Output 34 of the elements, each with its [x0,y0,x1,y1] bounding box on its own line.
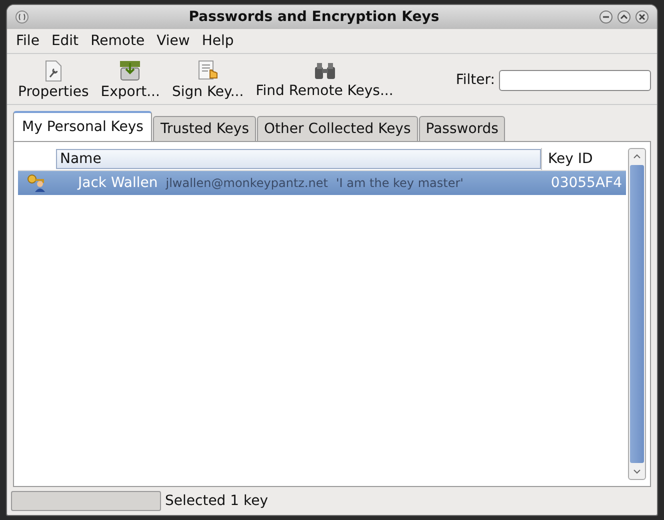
toolbar-button[interactable]: Find Remote Keys... [250,59,398,101]
filter-label: Filter: [456,72,495,88]
menu-item[interactable]: File [11,31,44,51]
key-person-icon [26,173,48,193]
key-name: Jack Wallen [78,175,158,191]
key-email: jlwallen@monkeypantz.net [166,176,328,190]
toolbar-button[interactable]: Export... [96,58,165,102]
status-text: Selected 1 key [165,493,268,509]
document-wrench-icon [43,60,64,82]
tab[interactable]: Passwords [418,116,506,141]
close-icon[interactable] [635,10,649,24]
menu-item[interactable]: Edit [46,31,84,51]
menu-item[interactable]: View [152,31,195,51]
scrollbar[interactable] [628,148,646,480]
window-menu-icon[interactable] [15,10,29,24]
key-comment: 'I am the key master' [336,176,464,190]
toolbar-button[interactable]: Properties [13,58,94,102]
menu-item[interactable]: Remote [86,31,150,51]
export-drive-icon [119,60,142,82]
tab[interactable]: Other Collected Keys [257,116,418,141]
filter-field[interactable] [499,70,651,90]
menu-item[interactable]: Help [196,31,239,51]
tab[interactable]: Trusted Keys [153,116,256,141]
scroll-thumb[interactable] [630,165,644,463]
column-header[interactable]: Name [56,149,541,169]
maximize-icon[interactable] [617,10,631,24]
column-header[interactable]: Key ID [541,148,626,170]
toolbar-button[interactable]: Sign Key... [166,58,249,102]
minimize-icon[interactable] [599,10,613,24]
window-title: Passwords and Encryption Keys [188,9,440,25]
tab[interactable]: My Personal Keys [13,111,152,141]
document-hand-icon [196,60,219,82]
key-id: 03055AF4 [550,175,622,191]
binoculars-icon [312,61,336,81]
